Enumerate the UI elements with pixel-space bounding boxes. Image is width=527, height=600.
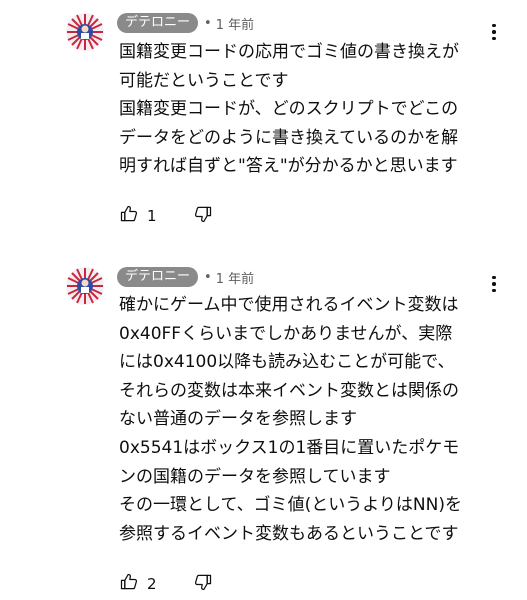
comment-actions: 2 — [119, 573, 213, 595]
timestamp[interactable]: 1 年前 — [216, 268, 254, 287]
thumbs-up-icon — [119, 204, 139, 228]
comment-meta: デテロニー • 1 年前 — [117, 13, 254, 33]
like-button[interactable]: 1 — [119, 204, 157, 228]
avatar[interactable] — [66, 13, 104, 51]
comment: デテロニー • 1 年前 確かにゲーム中で使用されるイベント変数は 0x40FF… — [0, 255, 527, 600]
dislike-button[interactable] — [193, 572, 213, 596]
comment-body: 国籍変更コードの応用でゴミ値の書き換えが 可能だということです 国籍変更コードが… — [119, 38, 519, 181]
comment-meta: デテロニー • 1 年前 — [117, 267, 254, 287]
timestamp[interactable]: 1 年前 — [216, 14, 254, 33]
separator-dot: • — [204, 269, 212, 285]
thumbs-down-icon — [193, 204, 213, 228]
comment: デテロニー • 1 年前 国籍変更コードの応用でゴミ値の書き換えが 可能だという… — [0, 0, 527, 240]
separator-dot: • — [204, 15, 212, 31]
like-count: 1 — [147, 207, 157, 225]
comment-line: 0x5541はボックス1の1番目に置いたポケモ — [119, 437, 460, 458]
author-badge[interactable]: デテロニー — [117, 267, 199, 287]
thumbs-down-icon — [193, 572, 213, 596]
comment-line: 国籍変更コードが、どのスクリプトでどこの — [119, 99, 459, 120]
comment-actions: 1 — [119, 205, 213, 227]
comment-line: ンの国籍のデータを参照しています — [119, 466, 391, 487]
avatar[interactable] — [66, 267, 104, 305]
comment-line: データをどのように書き換えているのかを解 — [119, 127, 459, 148]
comment-line: それらの変数は本来イベント変数とは関係の — [119, 380, 459, 401]
comment-line: ない普通のデータを参照します — [119, 409, 357, 430]
comment-line: 0x40FFくらいまでしかありませんが、実際 — [119, 323, 453, 344]
comment-line: 明すれば自ずと"答え"が分かるかと思います — [119, 156, 458, 177]
comment-line: 参照するイベント変数もあるということです — [119, 523, 459, 544]
dislike-button[interactable] — [193, 204, 213, 228]
comment-line: 国籍変更コードの応用でゴミ値の書き換えが — [119, 42, 459, 62]
like-button[interactable]: 2 — [119, 572, 157, 596]
comment-line: その一環として、ゴミ値(というよりはNN)を — [119, 495, 462, 516]
thumbs-up-icon — [119, 572, 139, 596]
author-badge[interactable]: デテロニー — [117, 13, 199, 33]
comment-line: 可能だということです — [119, 70, 289, 91]
comment-line: には0x4100以降も読み込むことが可能で、 — [119, 352, 455, 373]
like-count: 2 — [147, 575, 157, 593]
comment-line: 確かにゲーム中で使用されるイベント変数は — [119, 295, 459, 315]
comment-body: 確かにゲーム中で使用されるイベント変数は 0x40FFくらいまでしかありませんが… — [119, 291, 519, 548]
